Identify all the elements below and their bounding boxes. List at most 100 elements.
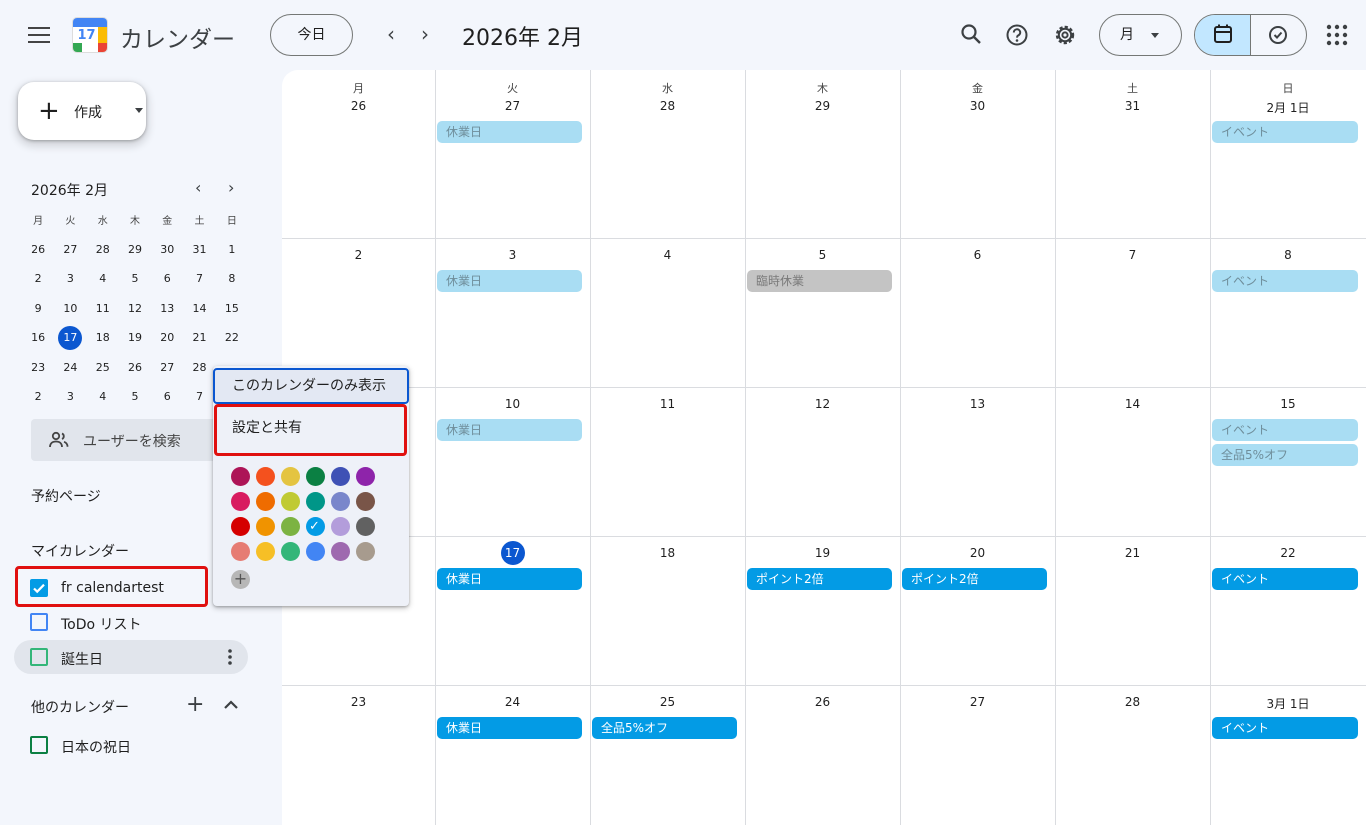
checkbox-unchecked-icon[interactable] bbox=[30, 736, 48, 754]
day-number[interactable]: 15 bbox=[1210, 397, 1366, 411]
day-cell[interactable]: 13 bbox=[900, 387, 1055, 536]
mini-prev-month-button[interactable]: ‹ bbox=[195, 178, 201, 197]
mini-day[interactable]: 14 bbox=[183, 302, 215, 315]
color-swatch[interactable] bbox=[256, 492, 275, 511]
day-cell[interactable]: 21 bbox=[1055, 536, 1210, 685]
event-chip[interactable]: イベント bbox=[1212, 717, 1358, 739]
day-number-today[interactable]: 17 bbox=[435, 541, 590, 565]
mini-day[interactable]: 27 bbox=[151, 361, 183, 374]
mini-day[interactable]: 31 bbox=[183, 243, 215, 256]
day-number[interactable]: 18 bbox=[590, 546, 745, 560]
mini-day[interactable]: 1 bbox=[216, 243, 248, 256]
day-cell[interactable]: 27 bbox=[900, 685, 1055, 825]
mini-day[interactable]: 18 bbox=[87, 331, 119, 344]
day-cell[interactable]: 7 bbox=[1055, 238, 1210, 387]
color-swatch[interactable] bbox=[306, 492, 325, 511]
add-custom-color-plus-icon[interactable]: + bbox=[231, 570, 250, 589]
help-icon[interactable] bbox=[1002, 20, 1032, 50]
mini-day[interactable]: 4 bbox=[87, 390, 119, 403]
main-menu-icon[interactable] bbox=[28, 27, 50, 43]
day-number[interactable]: 30 bbox=[900, 99, 1055, 113]
mini-day[interactable]: 27 bbox=[54, 243, 86, 256]
day-number[interactable]: 10 bbox=[435, 397, 590, 411]
day-cell[interactable]: 11 bbox=[590, 387, 745, 536]
mini-day[interactable]: 13 bbox=[151, 302, 183, 315]
event-chip[interactable]: 休業日 bbox=[437, 419, 582, 441]
day-cell[interactable]: 土 31 bbox=[1055, 70, 1210, 238]
event-chip[interactable]: 休業日 bbox=[437, 121, 582, 143]
day-number[interactable]: 27 bbox=[435, 99, 590, 113]
mini-day[interactable]: 25 bbox=[87, 361, 119, 374]
color-swatch[interactable] bbox=[281, 517, 300, 536]
event-chip[interactable]: 休業日 bbox=[437, 568, 582, 590]
people-search-input[interactable]: ユーザーを検索 bbox=[31, 419, 231, 461]
mini-day[interactable]: 24 bbox=[54, 361, 86, 374]
day-number[interactable]: 27 bbox=[900, 695, 1055, 709]
mini-day[interactable]: 16 bbox=[22, 331, 54, 344]
previous-month-button[interactable]: ‹ bbox=[378, 22, 404, 48]
day-number[interactable]: 3月 1日 bbox=[1210, 695, 1366, 712]
event-chip[interactable]: イベント bbox=[1212, 419, 1358, 441]
apps-grid-icon[interactable] bbox=[1326, 24, 1348, 46]
mini-day[interactable]: 5 bbox=[119, 390, 151, 403]
chevron-up-icon[interactable] bbox=[223, 699, 239, 711]
day-cell[interactable]: 3 休業日 bbox=[435, 238, 590, 387]
day-cell[interactable]: 月 26 bbox=[282, 70, 435, 238]
day-number[interactable]: 23 bbox=[282, 695, 435, 709]
day-number[interactable]: 28 bbox=[1055, 695, 1210, 709]
calendar-item-todo[interactable]: ToDo リスト bbox=[14, 605, 248, 639]
mini-day[interactable]: 7 bbox=[183, 272, 215, 285]
color-swatch[interactable] bbox=[231, 517, 250, 536]
mini-day[interactable]: 19 bbox=[119, 331, 151, 344]
color-swatch[interactable] bbox=[231, 542, 250, 561]
day-cell[interactable]: 17 休業日 bbox=[435, 536, 590, 685]
mini-day[interactable]: 8 bbox=[216, 272, 248, 285]
mini-day[interactable]: 4 bbox=[87, 272, 119, 285]
event-chip[interactable]: 臨時休業 bbox=[747, 270, 892, 292]
calendar-item-japan-holidays[interactable]: 日本の祝日 bbox=[14, 728, 248, 762]
color-swatch[interactable] bbox=[331, 492, 350, 511]
day-number[interactable]: 14 bbox=[1055, 397, 1210, 411]
mini-day[interactable]: 21 bbox=[183, 331, 215, 344]
mini-day[interactable]: 29 bbox=[119, 243, 151, 256]
mini-day[interactable]: 20 bbox=[151, 331, 183, 344]
day-number[interactable]: 26 bbox=[282, 99, 435, 113]
day-cell[interactable]: 26 bbox=[745, 685, 900, 825]
day-number[interactable]: 19 bbox=[745, 546, 900, 560]
day-number[interactable]: 26 bbox=[745, 695, 900, 709]
day-cell[interactable]: 19 ポイント2倍 bbox=[745, 536, 900, 685]
more-options-icon[interactable] bbox=[227, 648, 233, 666]
mini-day[interactable]: 28 bbox=[183, 361, 215, 374]
day-number[interactable]: 2月 1日 bbox=[1210, 99, 1366, 116]
event-chip[interactable]: 全品5%オフ bbox=[1212, 444, 1358, 466]
mini-day[interactable]: 23 bbox=[22, 361, 54, 374]
mini-day[interactable]: 6 bbox=[151, 390, 183, 403]
day-cell[interactable]: 2 bbox=[282, 238, 435, 387]
day-cell[interactable]: 3月 1日イベント bbox=[1210, 685, 1366, 825]
booking-pages-link[interactable]: 予約ページ bbox=[31, 486, 101, 506]
today-button[interactable]: 今日 bbox=[270, 14, 353, 56]
mini-day[interactable]: 9 bbox=[22, 302, 54, 315]
event-chip[interactable]: イベント bbox=[1212, 270, 1358, 292]
mini-day[interactable]: 10 bbox=[54, 302, 86, 315]
view-selector-dropdown[interactable]: 月 bbox=[1099, 14, 1182, 56]
mini-day[interactable]: 28 bbox=[87, 243, 119, 256]
search-icon[interactable] bbox=[957, 20, 987, 50]
day-cell[interactable]: 23 bbox=[282, 685, 435, 825]
display-this-only-menu-item[interactable]: このカレンダーのみ表示 bbox=[213, 368, 409, 404]
day-cell[interactable]: 木 29 bbox=[745, 70, 900, 238]
day-number[interactable]: 12 bbox=[745, 397, 900, 411]
color-swatch-selected[interactable]: ✓ bbox=[306, 517, 325, 536]
tasks-view-toggle[interactable] bbox=[1251, 15, 1306, 55]
day-number[interactable]: 2 bbox=[282, 248, 435, 262]
color-swatch[interactable] bbox=[331, 517, 350, 536]
day-number[interactable]: 22 bbox=[1210, 546, 1366, 560]
day-number[interactable]: 28 bbox=[590, 99, 745, 113]
mini-day-today[interactable]: 17 bbox=[54, 325, 86, 350]
day-cell[interactable]: 15 イベント全品5%オフ bbox=[1210, 387, 1366, 536]
day-cell[interactable]: 4 bbox=[590, 238, 745, 387]
add-calendar-plus-icon[interactable]: + bbox=[186, 694, 204, 716]
color-swatch[interactable] bbox=[306, 467, 325, 486]
day-cell[interactable]: 25 全品5%オフ bbox=[590, 685, 745, 825]
create-button[interactable]: + 作成 bbox=[18, 82, 146, 140]
